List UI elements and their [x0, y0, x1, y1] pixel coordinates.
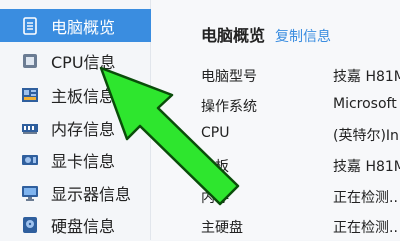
- info-row-cpu: CPU (英特尔)In: [201, 125, 400, 147]
- memory-icon: [22, 123, 38, 134]
- cpu-icon: [23, 53, 37, 68]
- monitor-icon: [22, 185, 38, 201]
- info-key: 内存: [201, 190, 229, 206]
- info-row-computer-model: 电脑型号 技嘉 H81M: [201, 66, 400, 88]
- sidebar-item-label: 硬盘信息: [51, 216, 116, 236]
- info-row-motherboard: 主板 技嘉 H81M: [201, 156, 400, 178]
- info-key: 操作系统: [201, 99, 257, 115]
- motherboard-icon: [22, 87, 38, 102]
- sidebar-item-computer-overview[interactable]: 电脑概览: [0, 9, 151, 42]
- info-key: CPU: [201, 125, 230, 141]
- info-value: 技嘉 H81M: [333, 159, 400, 175]
- sidebar-item-cpu[interactable]: CPU信息: [0, 44, 151, 77]
- info-value: 正在检测..: [333, 220, 398, 236]
- info-value: (英特尔)In: [333, 128, 399, 144]
- sidebar-item-label: 显卡信息: [51, 151, 116, 171]
- sidebar: 电脑概览 CPU信息 主板信息 内存信息 显卡信息 显示器信息 硬盘信息: [0, 0, 151, 240]
- info-row-os: 操作系统 Microsoft: [201, 96, 400, 118]
- sidebar-item-label: CPU信息: [51, 52, 116, 72]
- graphics-card-icon: [22, 154, 38, 165]
- info-value: Microsoft: [333, 96, 397, 112]
- main-panel: 电脑概览 复制信息 电脑型号 技嘉 H81M 操作系统 Microsoft CP…: [151, 0, 400, 240]
- sidebar-item-graphics-card[interactable]: 显卡信息: [0, 143, 151, 176]
- sidebar-item-motherboard[interactable]: 主板信息: [0, 78, 151, 111]
- info-key: 主板: [201, 159, 229, 175]
- title-row: 电脑概览 复制信息: [201, 22, 331, 46]
- info-row-main-disk: 主硬盘 正在检测..: [201, 217, 400, 239]
- sidebar-item-disk[interactable]: 硬盘信息: [0, 208, 151, 241]
- info-key: 电脑型号: [201, 69, 257, 85]
- copy-info-link[interactable]: 复制信息: [275, 26, 331, 46]
- info-value: 正在检测..: [333, 190, 398, 206]
- info-key: 主硬盘: [201, 220, 243, 236]
- sidebar-item-label: 主板信息: [51, 86, 116, 106]
- sidebar-item-memory[interactable]: 内存信息: [0, 111, 151, 144]
- sidebar-item-monitor[interactable]: 显示器信息: [0, 176, 151, 209]
- page-title: 电脑概览: [201, 26, 266, 45]
- info-row-memory: 内存 正在检测..: [201, 187, 400, 209]
- disk-icon: [23, 216, 37, 233]
- sidebar-item-label: 内存信息: [51, 119, 116, 139]
- sidebar-item-label: 电脑概览: [51, 17, 116, 37]
- info-value: 技嘉 H81M: [333, 69, 400, 85]
- sidebar-item-label: 显示器信息: [51, 184, 132, 204]
- computer-overview-icon: [23, 16, 37, 35]
